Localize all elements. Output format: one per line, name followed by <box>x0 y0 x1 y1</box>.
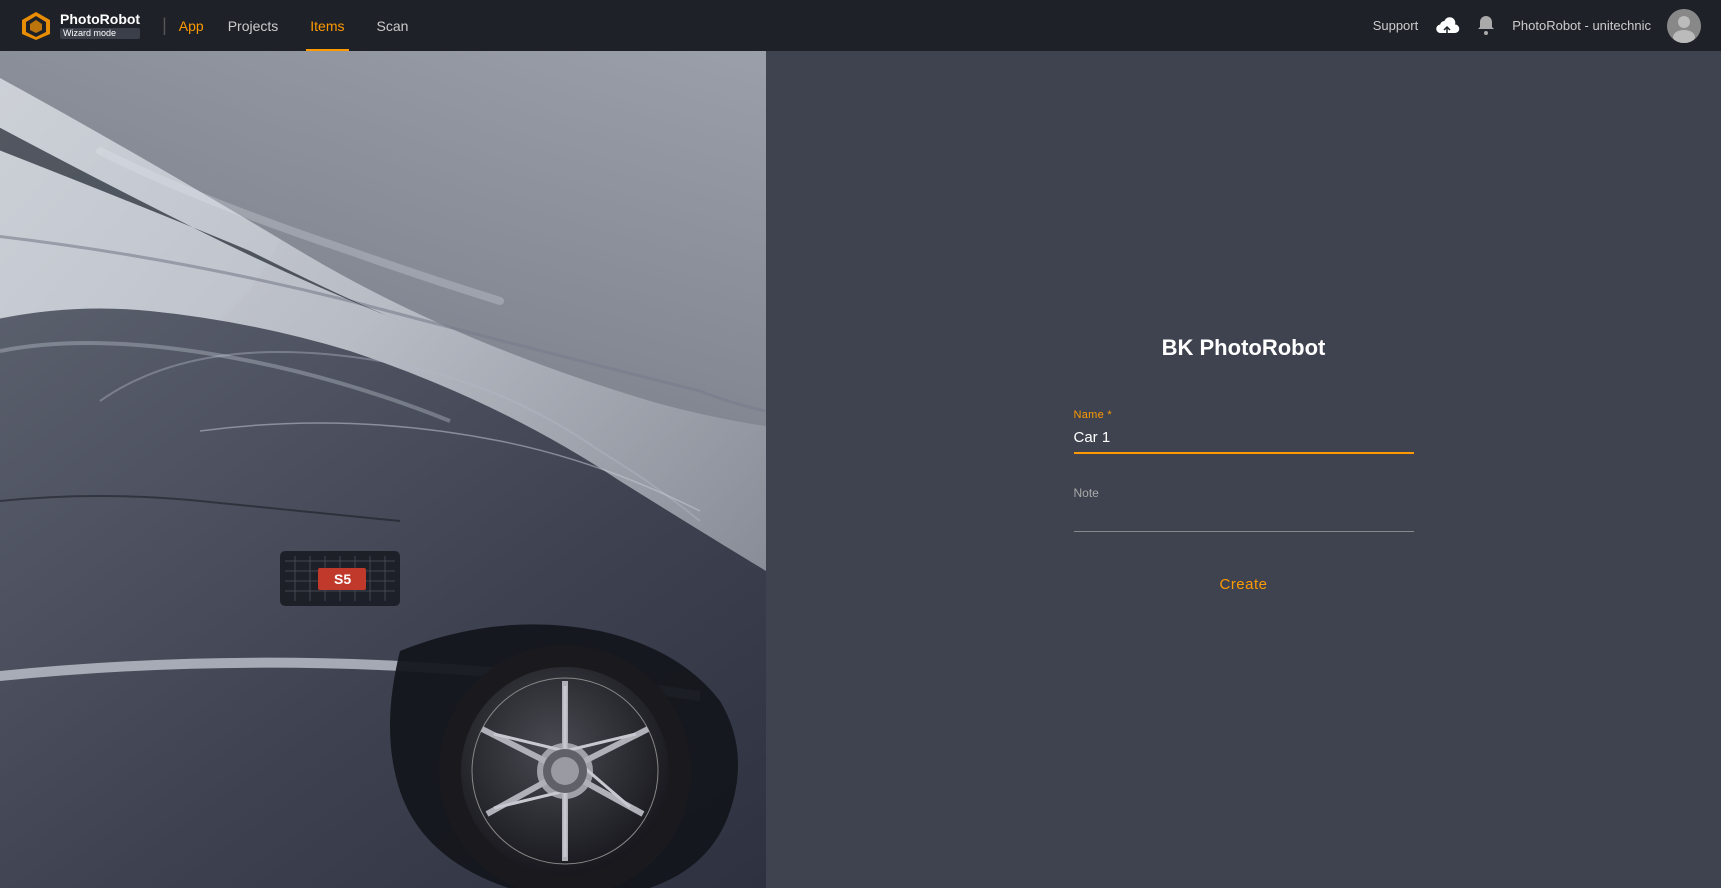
right-panel: BK PhotoRobot Name * Note Create <box>766 51 1721 888</box>
support-link[interactable]: Support <box>1373 18 1419 33</box>
navbar-divider: | <box>162 15 167 36</box>
navbar: PhotoRobot Wizard mode | App Projects It… <box>0 0 1721 51</box>
car-visual: S5 <box>0 51 766 888</box>
user-avatar[interactable] <box>1667 9 1701 43</box>
cloud-icon[interactable] <box>1434 13 1460 39</box>
name-field-group: Name * <box>1074 409 1414 454</box>
form-title: BK PhotoRobot <box>1074 335 1414 361</box>
name-label: Name * <box>1074 409 1414 421</box>
create-button[interactable]: Create <box>1074 564 1414 605</box>
navbar-right: Support PhotoRobot - unitechnic <box>1373 9 1701 43</box>
car-image-background: S5 <box>0 51 766 888</box>
logo[interactable]: PhotoRobot Wizard mode <box>20 10 140 42</box>
app-link[interactable]: App <box>179 18 204 34</box>
logo-sub-text: Wizard mode <box>60 28 140 39</box>
note-input[interactable] <box>1074 504 1414 532</box>
user-label[interactable]: PhotoRobot - unitechnic <box>1512 18 1651 33</box>
nav-item-projects[interactable]: Projects <box>224 0 283 51</box>
bell-icon[interactable] <box>1476 16 1496 36</box>
form-container: BK PhotoRobot Name * Note Create <box>1074 335 1414 605</box>
nav-item-items[interactable]: Items <box>306 0 348 51</box>
main-content: S5 <box>0 0 1721 888</box>
name-input[interactable] <box>1074 425 1414 454</box>
logo-icon <box>20 10 52 42</box>
note-label: Note <box>1074 486 1414 500</box>
navbar-nav: Projects Items Scan <box>224 0 1373 51</box>
svg-text:S5: S5 <box>334 571 351 587</box>
nav-item-scan[interactable]: Scan <box>373 0 413 51</box>
left-panel: S5 <box>0 51 766 888</box>
logo-text-wrapper: PhotoRobot Wizard mode <box>60 12 140 39</box>
note-field-group: Note <box>1074 486 1414 532</box>
logo-main-text: PhotoRobot <box>60 12 140 26</box>
